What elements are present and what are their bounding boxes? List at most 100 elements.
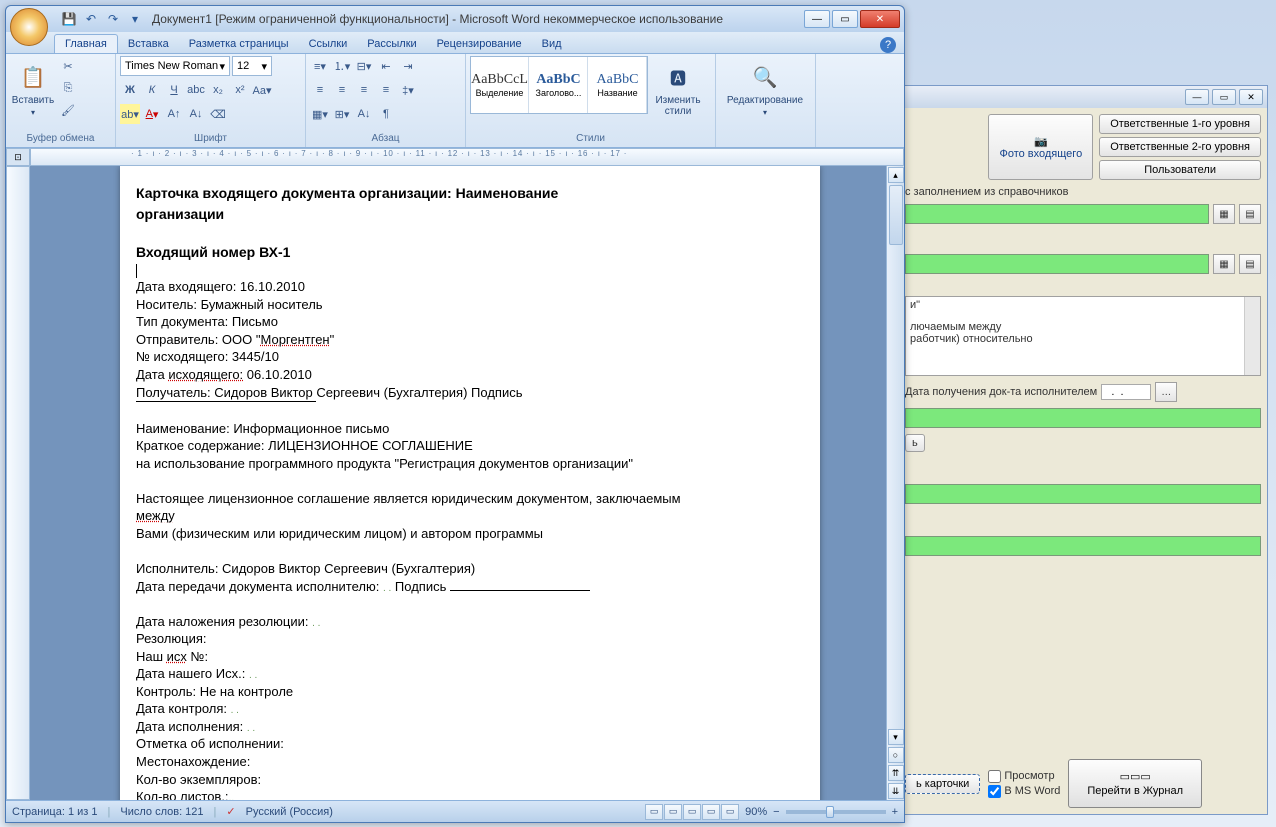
prev-page-button[interactable]: ⇈: [888, 765, 904, 781]
line-spacing-button[interactable]: ‡▾: [398, 80, 418, 100]
grow-font-button[interactable]: A↑: [164, 104, 184, 124]
print-layout-view[interactable]: ▭: [645, 804, 663, 820]
outline-view[interactable]: ▭: [702, 804, 720, 820]
multilevel-button[interactable]: ⊟▾: [354, 56, 374, 76]
strikethrough-button[interactable]: abc: [186, 80, 206, 100]
draft-view[interactable]: ▭: [721, 804, 739, 820]
bg-close-button[interactable]: ✕: [1239, 89, 1263, 105]
paste-button[interactable]: 📋 Вставить ▾: [10, 56, 56, 122]
lookup-icon-2[interactable]: ▦: [1213, 254, 1235, 274]
green-field-2[interactable]: [905, 254, 1209, 274]
zoom-out-button[interactable]: −: [773, 806, 779, 818]
style-3[interactable]: AaBbCНазвание: [589, 57, 647, 113]
tab-view[interactable]: Вид: [532, 35, 572, 53]
italic-button[interactable]: К: [142, 80, 162, 100]
msword-checkbox[interactable]: В MS Word: [988, 785, 1060, 798]
bg-minimize-button[interactable]: —: [1185, 89, 1209, 105]
tab-references[interactable]: Ссылки: [299, 35, 358, 53]
font-size-combo[interactable]: 12▾: [232, 56, 272, 76]
numbering-button[interactable]: ⒈▾: [332, 56, 352, 76]
align-center-button[interactable]: ≡: [332, 80, 352, 100]
date-picker-button[interactable]: …: [1155, 382, 1177, 402]
highlight-button[interactable]: ab▾: [120, 104, 140, 124]
next-page-button[interactable]: ⇊: [888, 783, 904, 799]
ruler-corner[interactable]: ⊡: [6, 148, 30, 166]
bold-button[interactable]: Ж: [120, 80, 140, 100]
responsible-1-button[interactable]: Ответственные 1-го уровня: [1099, 114, 1261, 134]
textarea-scrollbar[interactable]: [1244, 297, 1260, 375]
redo-icon[interactable]: ↷: [104, 10, 122, 28]
scroll-up-button[interactable]: ▴: [888, 167, 904, 183]
browse-object-button[interactable]: ○: [888, 747, 904, 763]
clear-format-button[interactable]: ⌫: [208, 104, 228, 124]
shading-button[interactable]: ▦▾: [310, 104, 330, 124]
vertical-scrollbar[interactable]: ▴ ▾ ○ ⇈ ⇊: [886, 166, 904, 800]
superscript-button[interactable]: x²: [230, 80, 250, 100]
copy-icon[interactable]: ⎘: [58, 78, 78, 98]
reading-view[interactable]: ▭: [664, 804, 682, 820]
horizontal-ruler[interactable]: · 1 · ı · 2 · ı · 3 · ı · 4 · ı · 5 · ı …: [30, 148, 904, 166]
print-card-button[interactable]: ь карточки: [905, 774, 980, 794]
users-button[interactable]: Пользователи: [1099, 160, 1261, 180]
grid-icon-1[interactable]: ▤: [1239, 204, 1261, 224]
zoom-value[interactable]: 90%: [745, 806, 767, 818]
go-to-journal-button[interactable]: ▭▭▭ Перейти в Журнал: [1068, 759, 1202, 808]
date-received-input[interactable]: [1101, 384, 1151, 400]
indent-left-button[interactable]: ⇤: [376, 56, 396, 76]
align-left-button[interactable]: ≡: [310, 80, 330, 100]
photo-incoming-button[interactable]: 📷 Фото входящего: [988, 114, 1093, 180]
office-button[interactable]: [10, 8, 48, 46]
partial-button[interactable]: ь: [905, 434, 925, 452]
scroll-thumb[interactable]: [889, 185, 903, 245]
show-marks-button[interactable]: ¶: [376, 104, 396, 124]
scroll-down-button[interactable]: ▾: [888, 729, 904, 745]
close-button[interactable]: ✕: [860, 10, 900, 28]
underline-button[interactable]: Ч: [164, 80, 184, 100]
indent-right-button[interactable]: ⇥: [398, 56, 418, 76]
web-view[interactable]: ▭: [683, 804, 701, 820]
minimize-button[interactable]: —: [804, 10, 830, 28]
document-page[interactable]: Карточка входящего документа организации…: [120, 166, 820, 800]
qat-dropdown-icon[interactable]: ▾: [126, 10, 144, 28]
green-field-4[interactable]: [905, 484, 1261, 504]
maximize-button[interactable]: ▭: [832, 10, 858, 28]
sort-button[interactable]: A↓: [354, 104, 374, 124]
tab-layout[interactable]: Разметка страницы: [179, 35, 299, 53]
shrink-font-button[interactable]: A↓: [186, 104, 206, 124]
change-case-button[interactable]: Aa▾: [252, 80, 272, 100]
responsible-2-button[interactable]: Ответственные 2-го уровня: [1099, 137, 1261, 157]
align-right-button[interactable]: ≡: [354, 80, 374, 100]
style-2[interactable]: AaBbCЗаголово...: [530, 57, 588, 113]
green-field-5[interactable]: [905, 536, 1261, 556]
style-1[interactable]: AaBbCcLВыделение: [471, 57, 529, 113]
zoom-slider[interactable]: [786, 810, 886, 814]
vertical-ruler[interactable]: [6, 166, 30, 800]
tab-insert[interactable]: Вставка: [118, 35, 179, 53]
cut-icon[interactable]: ✂: [58, 56, 78, 76]
undo-icon[interactable]: ↶: [82, 10, 100, 28]
green-field-1[interactable]: [905, 204, 1209, 224]
document-viewport[interactable]: Карточка входящего документа организации…: [30, 166, 886, 800]
save-icon[interactable]: 💾: [60, 10, 78, 28]
bg-maximize-button[interactable]: ▭: [1212, 89, 1236, 105]
zoom-in-button[interactable]: +: [892, 806, 898, 818]
content-textarea[interactable]: и" лючаемым между работчик) относительно: [905, 296, 1261, 376]
lookup-icon-1[interactable]: ▦: [1213, 204, 1235, 224]
font-name-combo[interactable]: Times New Roman▾: [120, 56, 230, 76]
help-icon[interactable]: ?: [880, 37, 896, 53]
tab-home[interactable]: Главная: [54, 34, 118, 53]
page-status[interactable]: Страница: 1 из 1: [12, 806, 98, 818]
word-count[interactable]: Число слов: 121: [120, 806, 203, 818]
change-styles-button[interactable]: 🅰 Изменить стили: [650, 56, 706, 122]
preview-checkbox[interactable]: Просмотр: [988, 770, 1060, 783]
bullets-button[interactable]: ≡▾: [310, 56, 330, 76]
tab-mailings[interactable]: Рассылки: [357, 35, 426, 53]
font-color-button[interactable]: A▾: [142, 104, 162, 124]
borders-button[interactable]: ⊞▾: [332, 104, 352, 124]
format-painter-icon[interactable]: 🖌: [58, 100, 78, 120]
justify-button[interactable]: ≡: [376, 80, 396, 100]
language-status[interactable]: Русский (Россия): [246, 806, 333, 818]
grid-icon-2[interactable]: ▤: [1239, 254, 1261, 274]
tab-review[interactable]: Рецензирование: [427, 35, 532, 53]
green-field-3[interactable]: [905, 408, 1261, 428]
